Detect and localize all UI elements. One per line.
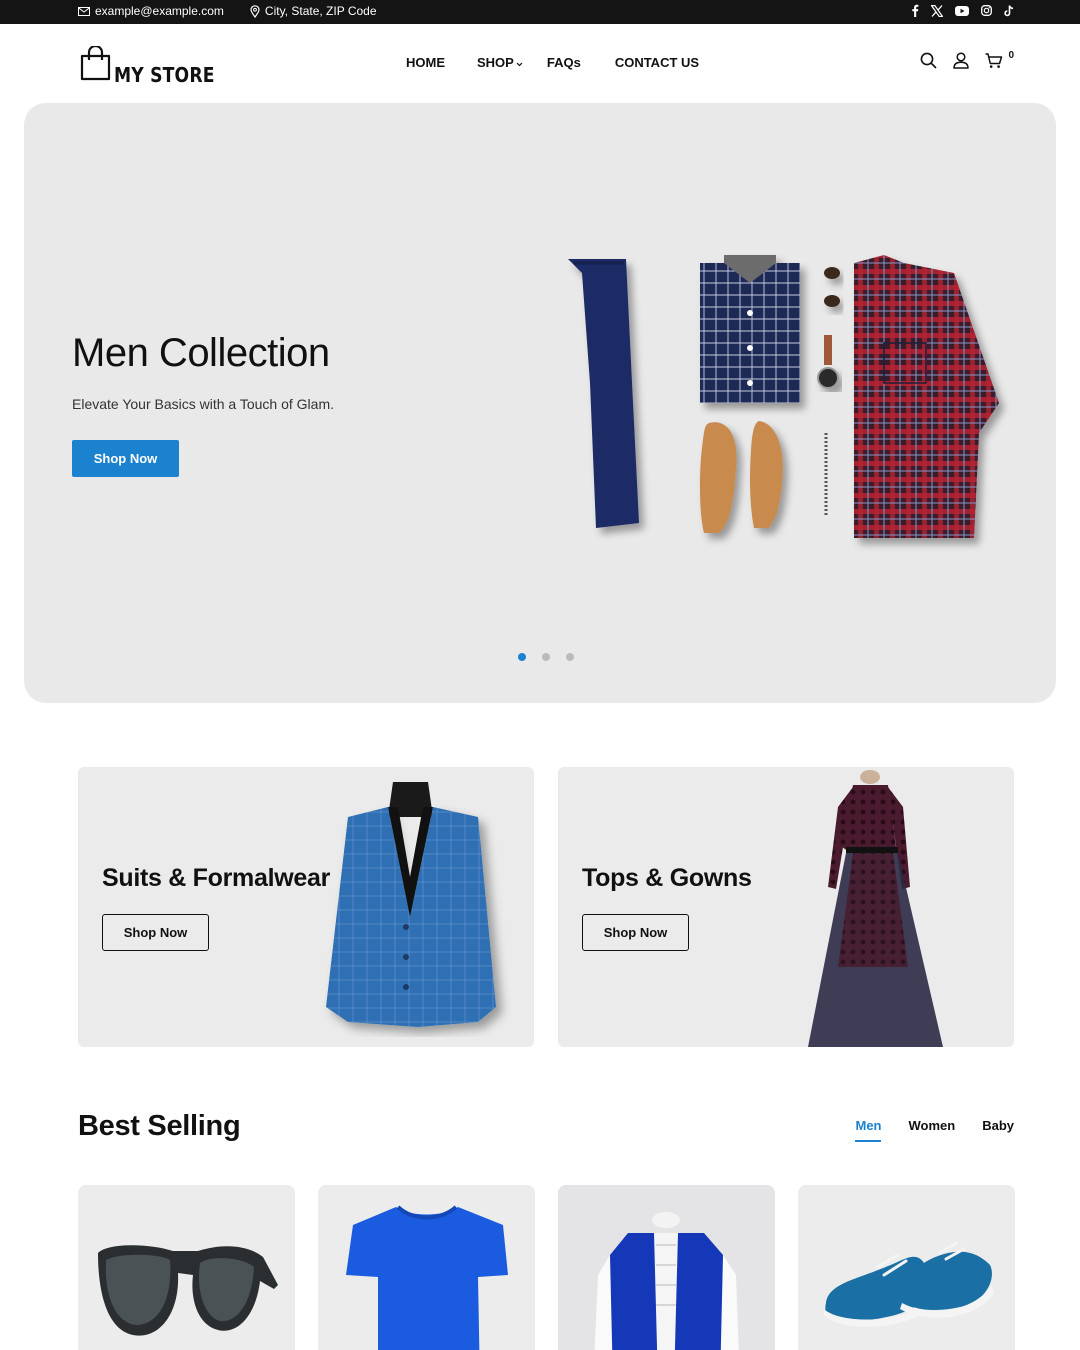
address-link[interactable]: City, State, ZIP Code (250, 4, 377, 18)
mail-icon (78, 6, 90, 16)
category-card-suits[interactable]: Suits & Formalwear Shop Now (78, 767, 534, 1047)
social-links (911, 4, 1014, 17)
hero-shop-now-button[interactable]: Shop Now (72, 440, 179, 477)
hero-outfit-image (554, 253, 1024, 558)
tiktok-icon[interactable] (1004, 4, 1014, 17)
map-pin-icon (250, 4, 260, 18)
boat-shoes-image (824, 1241, 994, 1328)
header-actions: 0 (920, 49, 1014, 74)
slider-dot-2[interactable] (542, 653, 550, 661)
shopping-bag-icon (80, 44, 112, 86)
cart-count: 0 (1008, 49, 1014, 61)
tab-baby[interactable]: Baby (982, 1118, 1014, 1142)
slider-dot-1[interactable] (518, 653, 526, 661)
nav-shop-label: SHOP (477, 55, 514, 70)
slider-dot-3[interactable] (566, 653, 574, 661)
chevron-down-icon (516, 55, 523, 70)
product-card-jacket[interactable] (558, 1185, 775, 1350)
nav-shop[interactable]: SHOP (477, 55, 523, 70)
store-logo[interactable]: MY STORE (80, 44, 231, 87)
site-header: MY STORE HOME SHOP FAQs CONTACT US 0 (0, 24, 1080, 102)
cart-icon (985, 52, 1003, 74)
email-text: example@example.com (95, 4, 224, 18)
best-selling-tabs: Men Women Baby (855, 1118, 1014, 1142)
blazer-image (318, 777, 518, 1042)
youtube-icon[interactable] (955, 5, 969, 16)
tab-men[interactable]: Men (855, 1118, 882, 1142)
product-card-sunglasses[interactable] (78, 1185, 295, 1350)
cart-button[interactable]: 0 (985, 49, 1014, 74)
account-icon[interactable] (953, 52, 970, 74)
gown-image (808, 767, 958, 1047)
address-text: City, State, ZIP Code (264, 4, 377, 18)
tab-women[interactable]: Women (908, 1118, 955, 1142)
hero-slider: Men Collection Elevate Your Basics with … (24, 103, 1056, 703)
product-card-tshirt[interactable] (318, 1185, 535, 1350)
category-title: Tops & Gowns (582, 864, 752, 892)
sunglasses-image (98, 1245, 278, 1336)
category-shop-now-button[interactable]: Shop Now (582, 914, 689, 951)
main-nav: HOME SHOP FAQs CONTACT US (406, 55, 699, 70)
tshirt-image (346, 1205, 508, 1350)
nav-contact[interactable]: CONTACT US (615, 55, 699, 70)
slider-dots (518, 653, 574, 661)
best-selling-title: Best Selling (78, 1110, 241, 1142)
category-title: Suits & Formalwear (102, 864, 330, 892)
top-bar: example@example.com City, State, ZIP Cod… (0, 0, 1080, 24)
hero-subtitle: Elevate Your Basics with a Touch of Glam… (72, 396, 334, 412)
nav-home[interactable]: HOME (406, 55, 445, 70)
search-icon[interactable] (920, 52, 937, 74)
varsity-jacket-image (558, 1185, 775, 1350)
hero-title: Men Collection (72, 331, 330, 375)
category-shop-now-button[interactable]: Shop Now (102, 914, 209, 951)
category-card-gowns[interactable]: Tops & Gowns Shop Now (558, 767, 1014, 1047)
email-link[interactable]: example@example.com (78, 4, 224, 18)
instagram-icon[interactable] (981, 5, 992, 16)
top-contact: example@example.com City, State, ZIP Cod… (78, 4, 377, 18)
x-icon[interactable] (931, 4, 943, 17)
product-card-shoes[interactable] (798, 1185, 1015, 1350)
nav-faqs[interactable]: FAQs (547, 55, 581, 70)
facebook-icon[interactable] (911, 4, 919, 17)
logo-text: MY STORE (114, 63, 215, 87)
